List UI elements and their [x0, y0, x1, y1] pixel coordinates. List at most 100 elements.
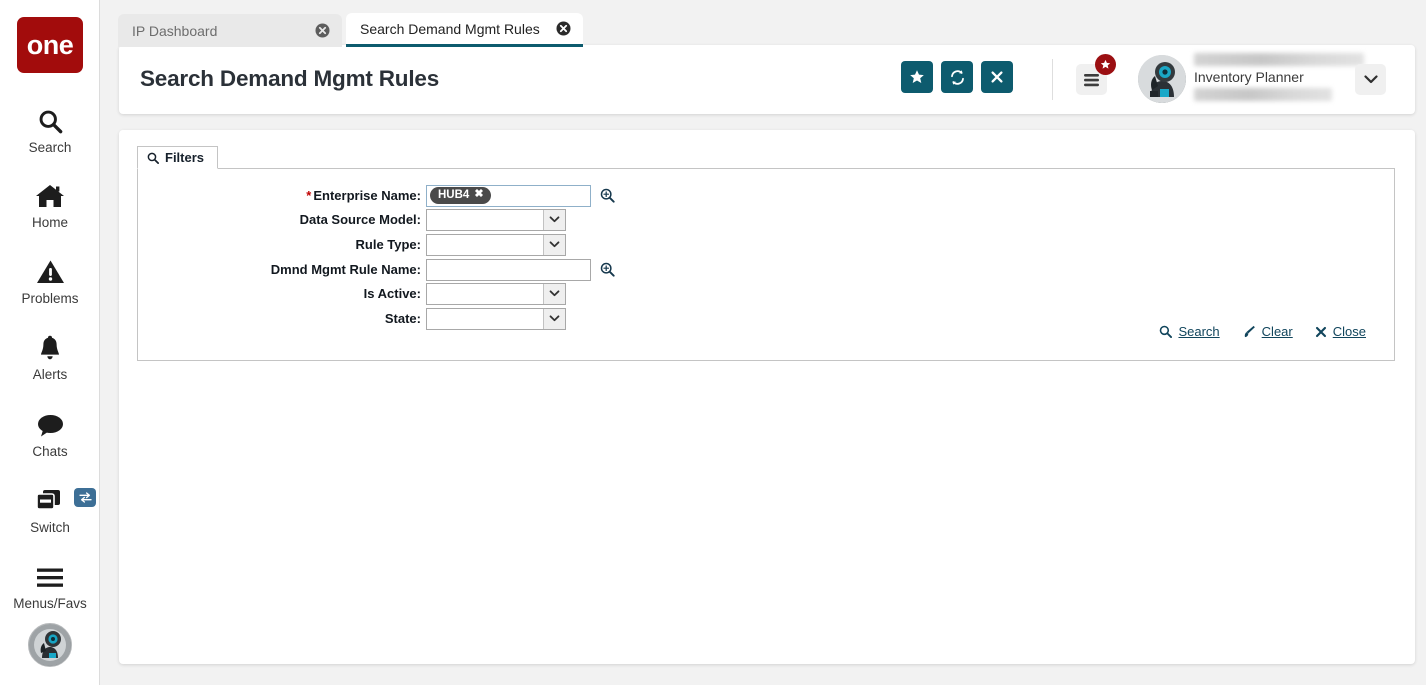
token-hub4[interactable]: HUB4 ✖ [430, 186, 491, 205]
content-card: Filters * Enterprise Name: HUB4 ✖ Data So… [119, 130, 1415, 664]
field-row-rule-type: Rule Type: [138, 232, 566, 257]
dmnd-mgmt-rule-name-input[interactable] [426, 258, 591, 281]
chevron-down-icon [1363, 75, 1378, 84]
header-divider [1052, 59, 1053, 100]
label-dmnd-mgmt-rule-name: Dmnd Mgmt Rule Name: [270, 262, 421, 277]
label-is-active: Is Active: [363, 286, 421, 301]
enterprise-name-lookup-icon[interactable] [600, 188, 615, 203]
is-active-select[interactable] [426, 282, 566, 305]
filters-body: * Enterprise Name: HUB4 ✖ Data Source Mod… [137, 169, 1395, 361]
clear-link[interactable]: Clear [1242, 324, 1293, 339]
sidebar-avatar[interactable] [28, 623, 72, 667]
tab-label: IP Dashboard [132, 22, 218, 39]
user-menu-dropdown[interactable] [1355, 64, 1386, 95]
warning-triangle-icon [36, 255, 65, 289]
enterprise-name-input[interactable]: HUB4 ✖ [426, 184, 591, 207]
filters-tab-label: Filters [165, 150, 205, 165]
windows-switch-icon [35, 484, 65, 518]
sidebar-item-home[interactable]: Home [0, 179, 100, 230]
chevron-down-icon[interactable] [543, 283, 565, 304]
user-avatar[interactable] [1138, 55, 1186, 103]
x-icon [991, 71, 1003, 83]
token-remove-icon[interactable]: ✖ [474, 188, 483, 202]
user-org-redacted [1194, 88, 1332, 102]
close-button[interactable] [981, 61, 1013, 93]
rule-type-select[interactable] [426, 233, 566, 256]
sidebar-label-switch: Switch [30, 520, 70, 535]
sidebar-label-search: Search [28, 140, 72, 155]
label-data-source-model: Data Source Model: [299, 212, 421, 227]
brand-logo-text: one [26, 29, 74, 60]
exchange-arrows-icon[interactable] [74, 488, 96, 507]
search-link-label: Search [1178, 324, 1220, 339]
state-select[interactable] [426, 307, 566, 330]
star-icon [910, 70, 924, 83]
close-link-label: Close [1332, 324, 1366, 339]
hamburger-menu-icon [1084, 73, 1099, 86]
field-row-enterprise-name: * Enterprise Name: HUB4 ✖ [138, 183, 615, 208]
sidebar-label-menus-favs: Menus/Favs [13, 596, 87, 611]
favorite-button[interactable] [901, 61, 933, 93]
tab-ip-dashboard[interactable]: IP Dashboard [118, 14, 342, 47]
search-icon [1160, 325, 1173, 338]
user-info-block: Inventory Planner [1194, 53, 1369, 102]
chevron-down-icon[interactable] [543, 308, 565, 329]
field-row-state: State: [138, 306, 566, 331]
field-row-data-source-model: Data Source Model: [138, 207, 566, 232]
sidebar-item-menus-favs[interactable]: Menus/Favs [0, 560, 100, 611]
chevron-down-icon[interactable] [543, 209, 565, 230]
search-icon [37, 104, 64, 138]
sidebar-label-alerts: Alerts [32, 367, 68, 382]
tab-filters[interactable]: Filters [137, 146, 219, 169]
refresh-button[interactable] [941, 61, 973, 93]
sidebar-label-chats: Chats [32, 444, 68, 459]
field-row-dmnd-mgmt-rule-name: Dmnd Mgmt Rule Name: [138, 257, 615, 282]
tab-close-icon[interactable] [315, 23, 330, 38]
data-source-model-value [427, 210, 543, 230]
refresh-icon [950, 69, 964, 85]
left-nav-rail: one Search Home Problems Alerts Chats Sw… [0, 0, 100, 685]
star-icon [1100, 59, 1111, 69]
sidebar-label-problems: Problems [21, 291, 79, 306]
x-icon [1315, 326, 1326, 337]
label-rule-type: Rule Type: [355, 237, 422, 252]
home-icon [35, 179, 65, 213]
close-link[interactable]: Close [1315, 324, 1366, 339]
user-role: Inventory Planner [1194, 69, 1304, 85]
sidebar-label-home: Home [31, 215, 68, 230]
search-icon [147, 152, 159, 164]
filter-action-links: Search Clear Close [1159, 324, 1366, 339]
state-value [427, 309, 543, 329]
chat-bubble-icon [36, 408, 65, 442]
tab-label: Search Demand Mgmt Rules [360, 20, 540, 37]
field-row-is-active: Is Active: [138, 281, 566, 306]
tab-search-demand-mgmt-rules[interactable]: Search Demand Mgmt Rules [346, 13, 583, 47]
sidebar-item-search[interactable]: Search [0, 104, 100, 155]
search-link[interactable]: Search [1159, 324, 1220, 339]
dmnd-mgmt-rule-name-lookup-icon[interactable] [600, 262, 615, 277]
hamburger-icon [35, 560, 65, 594]
one-brand-logo[interactable]: one [17, 17, 83, 73]
tab-strip: IP Dashboard Search Demand Mgmt Rules [118, 13, 583, 47]
rule-type-value [427, 235, 543, 255]
sidebar-item-problems[interactable]: Problems [0, 255, 100, 306]
page-header-card: Search Demand Mgmt Rules Inventory Plann… [119, 45, 1415, 114]
tab-close-icon[interactable] [556, 21, 571, 36]
eraser-icon [1244, 325, 1255, 338]
user-name-redacted [1194, 53, 1364, 66]
is-active-value [427, 284, 543, 304]
required-indicator: * [306, 188, 312, 203]
label-state: State: [384, 311, 421, 326]
bell-icon [37, 331, 63, 365]
token-label: HUB4 [438, 188, 470, 201]
filters-tabstrip: Filters [137, 146, 1395, 169]
label-enterprise-name: * Enterprise Name: [306, 188, 421, 203]
clear-link-label: Clear [1261, 324, 1293, 339]
data-source-model-select[interactable] [426, 208, 566, 231]
page-title: Search Demand Mgmt Rules [140, 66, 440, 91]
chevron-down-icon[interactable] [543, 234, 565, 255]
sidebar-item-chats[interactable]: Chats [0, 408, 100, 459]
sidebar-item-alerts[interactable]: Alerts [0, 331, 100, 382]
header-action-buttons [901, 61, 1013, 93]
menus-favorites-badge[interactable] [1095, 54, 1116, 75]
